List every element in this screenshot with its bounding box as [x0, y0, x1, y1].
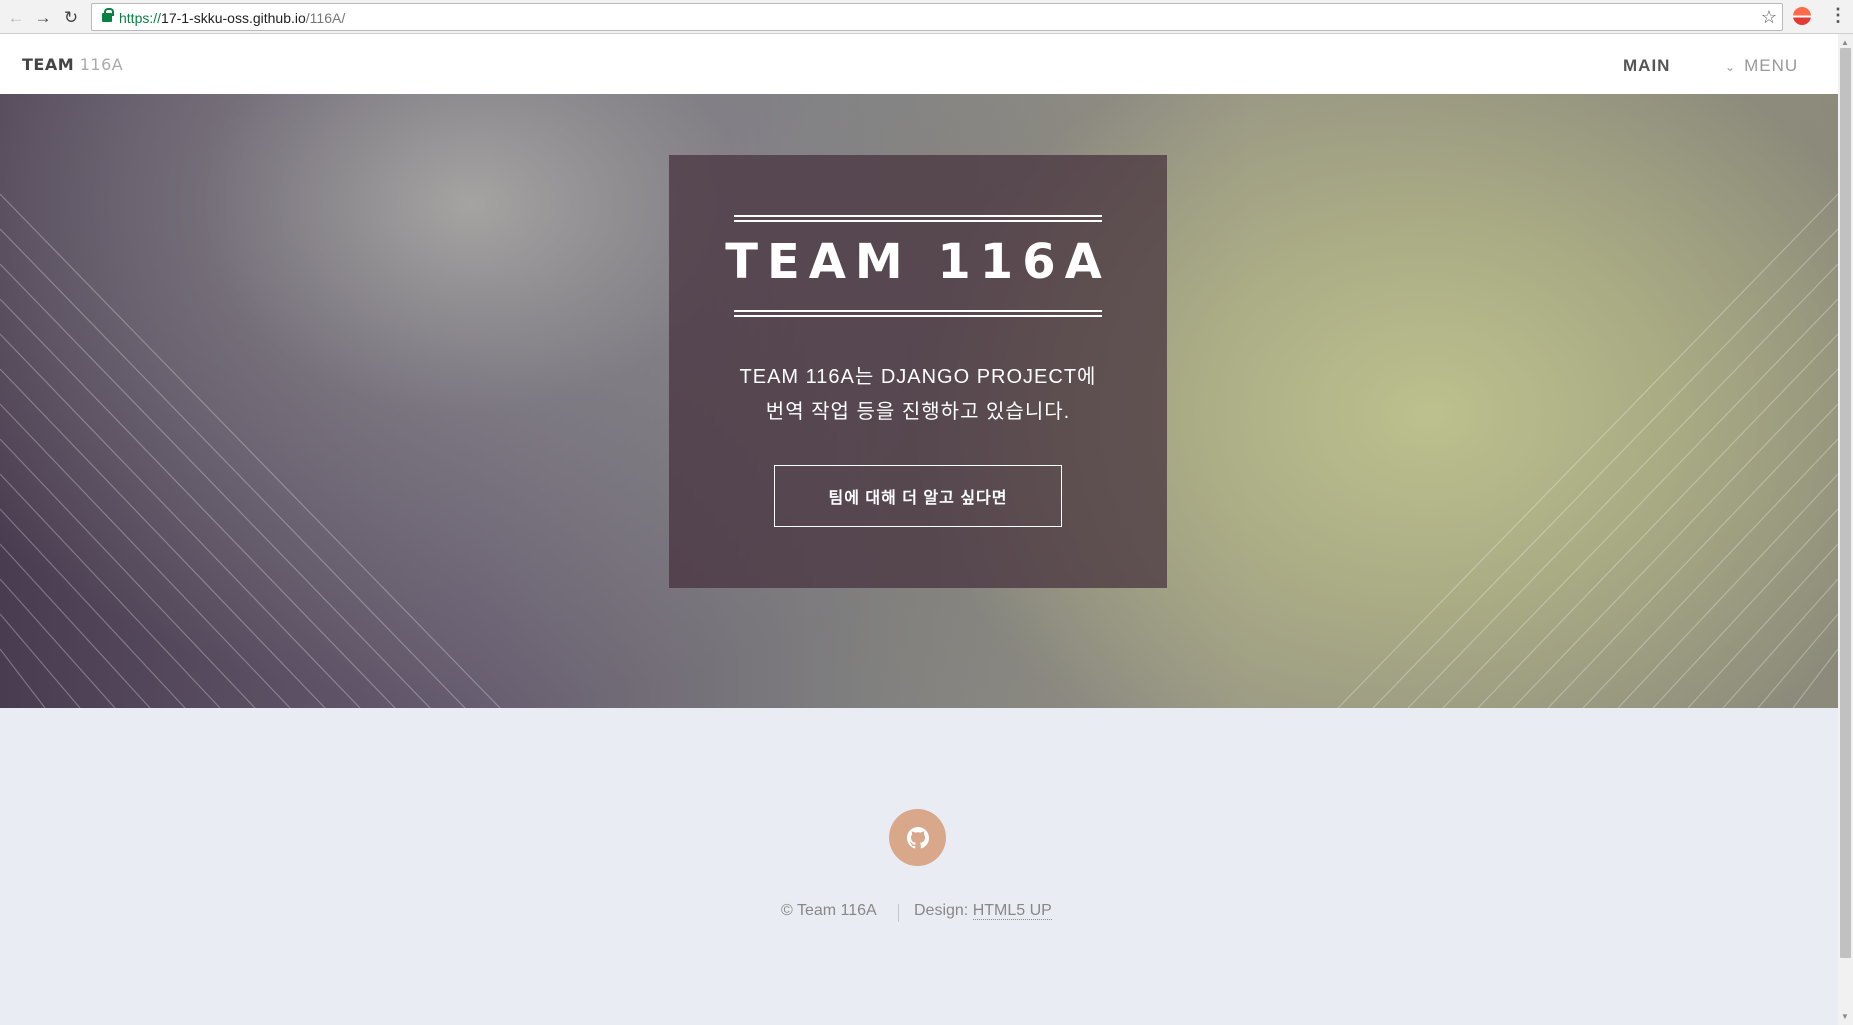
page-scrollbar[interactable]: ▲ ▼: [1838, 34, 1853, 1025]
learn-more-button[interactable]: 팀에 대해 더 알고 싶다면: [774, 465, 1062, 527]
browser-toolbar: ← → ↻ https://17-1-skku-oss.github.io/11…: [0, 0, 1853, 34]
brand-light: 116A: [79, 55, 124, 74]
menu-button[interactable]: ⌄ MENU: [1725, 56, 1798, 76]
brand-strong: TEAM: [22, 55, 75, 74]
site-footer: © Team 116A Design: HTML5 UP: [0, 708, 1838, 1025]
hero-description: TEAM 116A는 DJANGO PROJECT에 번역 작업 등을 진행하고…: [704, 360, 1132, 430]
footer-design-label: Design:: [914, 902, 973, 919]
site-header: TEAM 116A MAIN ⌄ MENU: [0, 34, 1838, 94]
footer-divider: [898, 904, 899, 922]
back-arrow-icon[interactable]: ←: [5, 6, 27, 28]
hero-banner: TEAM 116A TEAM 116A는 DJANGO PROJECT에 번역 …: [0, 94, 1838, 708]
kebab-menu-icon[interactable]: ⋮: [1829, 5, 1847, 26]
chevron-down-icon: ⌄: [1725, 60, 1737, 74]
reload-icon[interactable]: ↻: [60, 6, 82, 28]
site-brand[interactable]: TEAM 116A: [22, 55, 123, 74]
footer-copyright: © Team 116A: [781, 902, 877, 919]
scrollbar-thumb[interactable]: [1840, 48, 1851, 958]
footer-design-credit: Design: HTML5 UP: [914, 902, 1052, 920]
hero-description-line-1: TEAM 116A는 DJANGO PROJECT에: [739, 366, 1097, 388]
menu-label: MENU: [1744, 56, 1799, 75]
star-icon[interactable]: ☆: [1761, 7, 1777, 28]
lock-icon: [102, 8, 114, 22]
html5up-link[interactable]: HTML5 UP: [972, 902, 1052, 920]
title-bottom-rule: [734, 310, 1102, 317]
url-scheme: https://: [119, 10, 162, 26]
extension-icon[interactable]: [1793, 7, 1811, 25]
scroll-up-icon[interactable]: ▲: [1841, 38, 1849, 47]
forward-arrow-icon[interactable]: →: [32, 6, 54, 28]
hero-description-line-2: 번역 작업 등을 진행하고 있습니다.: [765, 401, 1071, 423]
url-text[interactable]: https://17-1-skku-oss.github.io/116A/: [119, 10, 345, 26]
scroll-down-icon[interactable]: ▼: [1841, 1012, 1849, 1021]
url-path: /116A/: [305, 10, 346, 26]
main-nav-link[interactable]: MAIN: [1623, 56, 1670, 76]
address-bar[interactable]: https://17-1-skku-oss.github.io/116A/ ☆: [91, 3, 1783, 31]
url-host: 17-1-skku-oss.github.io: [161, 10, 306, 26]
title-top-rule: [734, 215, 1102, 222]
github-icon[interactable]: [889, 809, 946, 866]
hero-title: TEAM 116A: [725, 234, 1111, 290]
hero-text-box: TEAM 116A TEAM 116A는 DJANGO PROJECT에 번역 …: [669, 155, 1167, 588]
